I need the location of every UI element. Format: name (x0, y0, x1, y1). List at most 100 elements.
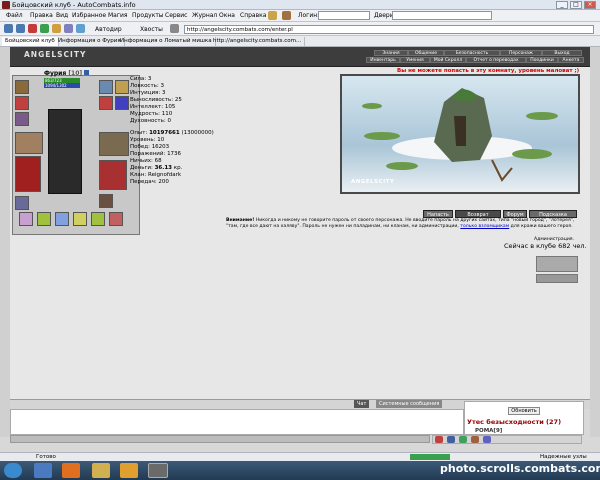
menu-favorites[interactable]: Избранное (72, 12, 106, 19)
pants-slot[interactable] (99, 160, 127, 190)
menu-file[interactable]: Файл (6, 12, 23, 19)
attack-button[interactable]: Напасть (423, 210, 453, 218)
stop-icon[interactable] (28, 24, 37, 33)
scroll-slot-1[interactable] (19, 212, 33, 226)
nav-skills[interactable]: Умения (400, 57, 430, 63)
counter-badge[interactable] (536, 256, 578, 272)
nav-my-scroll[interactable]: Мой Скролл (430, 57, 466, 63)
character-level: [10] (68, 70, 83, 77)
tab-info-bear[interactable]: Информация о Ломатый мишка (117, 37, 216, 46)
maximize-button[interactable]: □ (570, 1, 582, 9)
stat-spirituality: Духовность: 0 (130, 118, 171, 124)
send-icon[interactable] (483, 436, 491, 443)
nav-profile[interactable]: Анкета (558, 57, 584, 63)
autodir-dropdown[interactable]: Автодир (95, 26, 122, 33)
rating-badge[interactable] (536, 274, 578, 283)
translit-icon[interactable] (471, 436, 479, 443)
player-entry[interactable]: РОМА[9] (475, 428, 502, 434)
chat-input[interactable] (10, 435, 430, 443)
nav-duels[interactable]: Поединки (526, 57, 558, 63)
nav-exit[interactable]: Выход (542, 50, 582, 56)
warning-link[interactable]: только взломщикам (460, 224, 509, 229)
tab-info-furia[interactable]: Информация о Фурия (55, 37, 125, 46)
login-field[interactable] (318, 11, 370, 20)
smiley-icon[interactable] (435, 436, 443, 443)
forward-icon[interactable] (16, 24, 25, 33)
scroll-slot-6[interactable] (109, 212, 123, 226)
system-messages-tab[interactable]: Системные сообщения (376, 400, 443, 408)
menu-service[interactable]: Сервис (165, 12, 187, 19)
explorer-icon[interactable] (92, 463, 110, 478)
options-icon[interactable] (170, 24, 179, 33)
earrings-slot[interactable] (15, 112, 29, 126)
progress-indicator (410, 454, 450, 460)
helmet-slot[interactable] (15, 80, 29, 94)
media-player-icon[interactable] (120, 463, 138, 478)
toolbar-extra2-icon[interactable] (282, 11, 291, 20)
menu-products[interactable]: Продукты (132, 12, 164, 19)
money-row: Деньги: 36.13 кр. (130, 165, 183, 171)
nav-knowledge[interactable]: Знания (374, 50, 408, 56)
menu-magic[interactable]: Магия (108, 12, 128, 19)
tails-dropdown[interactable]: Хвосты (140, 26, 163, 33)
chat-tab[interactable]: Чат (354, 400, 370, 408)
ring1-slot[interactable] (99, 96, 113, 110)
menu-journal[interactable]: Журнал (192, 12, 217, 19)
bracer-slot[interactable] (115, 80, 129, 94)
hint-button[interactable]: Подсказка (529, 210, 577, 218)
minimize-button[interactable]: _ (556, 1, 568, 9)
stat-endurance: Выносливость: 25 (130, 97, 182, 103)
return-button[interactable]: Возврат (455, 210, 501, 218)
right-frame-strip (590, 47, 600, 437)
chat-tools (432, 435, 582, 444)
home-icon[interactable] (52, 24, 61, 33)
refresh-button[interactable]: Обновить (508, 407, 540, 415)
menu-view[interactable]: Вид (56, 12, 68, 19)
gloves-slot[interactable] (99, 80, 113, 94)
chat-messages[interactable] (10, 409, 464, 435)
tab-url[interactable]: http://angelscity.combats.com... (210, 37, 306, 46)
address-bar[interactable]: http://angelscity.combats.com/enter.pl (184, 25, 594, 34)
boots-slot[interactable] (99, 194, 113, 208)
login-label: Логин: (298, 12, 320, 19)
refresh-icon[interactable] (40, 24, 49, 33)
armor-slot[interactable] (15, 156, 41, 192)
menu-help[interactable]: Справка (240, 12, 266, 19)
tab-combats-club[interactable]: Бойцовский клуб (2, 37, 59, 46)
scroll-slot-3[interactable] (55, 212, 69, 226)
clear-icon[interactable] (459, 436, 467, 443)
forum-button[interactable]: Форум (503, 210, 527, 218)
filter-icon[interactable] (447, 436, 455, 443)
scroll-slot-5[interactable] (91, 212, 105, 226)
close-button[interactable]: × (584, 1, 596, 9)
start-button[interactable] (4, 463, 22, 478)
menu-bar: Файл Правка Вид Избранное Магия Продукты… (0, 10, 600, 22)
info-icon[interactable] (84, 70, 90, 75)
draws-row: Ничьих: 68 (130, 158, 162, 164)
character-name[interactable]: Фурия (44, 70, 66, 77)
combats-client-icon[interactable] (148, 463, 168, 478)
toolbar-extra-icon[interactable] (268, 11, 277, 20)
menu-edit[interactable]: Правка (30, 12, 53, 19)
ie-icon[interactable] (34, 463, 52, 478)
shield-slot[interactable] (99, 132, 129, 156)
ring2-slot[interactable] (115, 96, 129, 110)
amulet-slot[interactable] (15, 96, 29, 110)
nav-inventory[interactable]: Инвентарь (366, 57, 400, 63)
scroll-slot-4[interactable] (73, 212, 87, 226)
history-icon[interactable] (76, 24, 85, 33)
nav-transfer-report[interactable]: Отчет о переводах (466, 57, 526, 63)
transfers-row: Передач: 200 (130, 179, 169, 185)
weapon-slot[interactable] (15, 132, 43, 154)
back-icon[interactable] (4, 24, 13, 33)
scroll-slot-2[interactable] (37, 212, 51, 226)
belt-slot[interactable] (15, 196, 29, 210)
nav-security[interactable]: Безопасность (444, 50, 500, 56)
firefox-icon[interactable] (62, 463, 80, 478)
nav-character[interactable]: Персонаж (500, 50, 542, 56)
menu-windows[interactable]: Окна (219, 12, 235, 19)
location-scene[interactable] (340, 74, 580, 194)
bookmarks-icon[interactable] (64, 24, 73, 33)
nav-communication[interactable]: Общение (408, 50, 444, 56)
doors-field[interactable] (392, 11, 492, 20)
